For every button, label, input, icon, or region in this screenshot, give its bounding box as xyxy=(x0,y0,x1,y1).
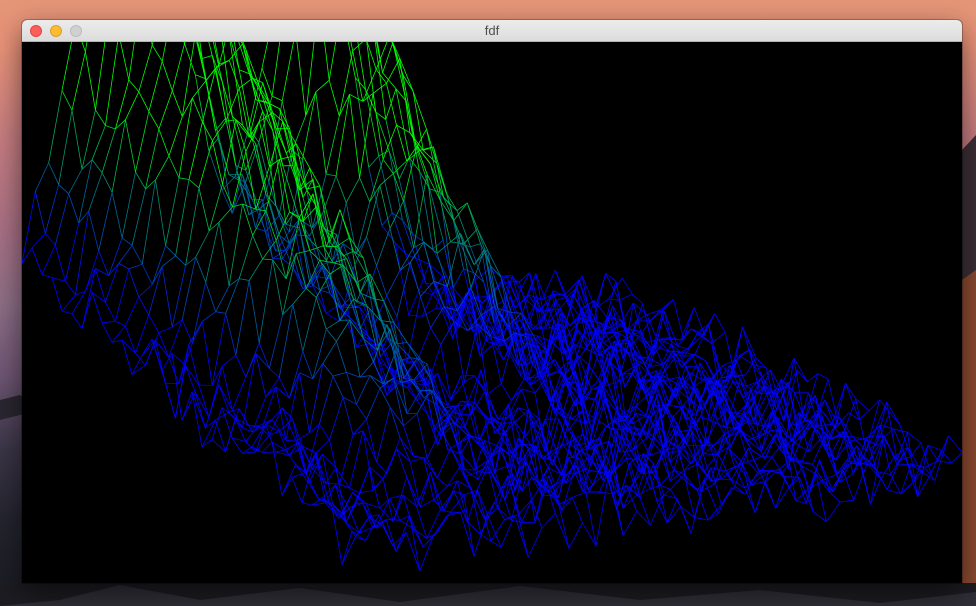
wireframe-canvas xyxy=(22,42,962,583)
app-window: fdf xyxy=(22,20,962,583)
title-bar[interactable]: fdf xyxy=(22,20,962,42)
window-title: fdf xyxy=(484,23,500,38)
wireframe-map xyxy=(22,42,962,572)
